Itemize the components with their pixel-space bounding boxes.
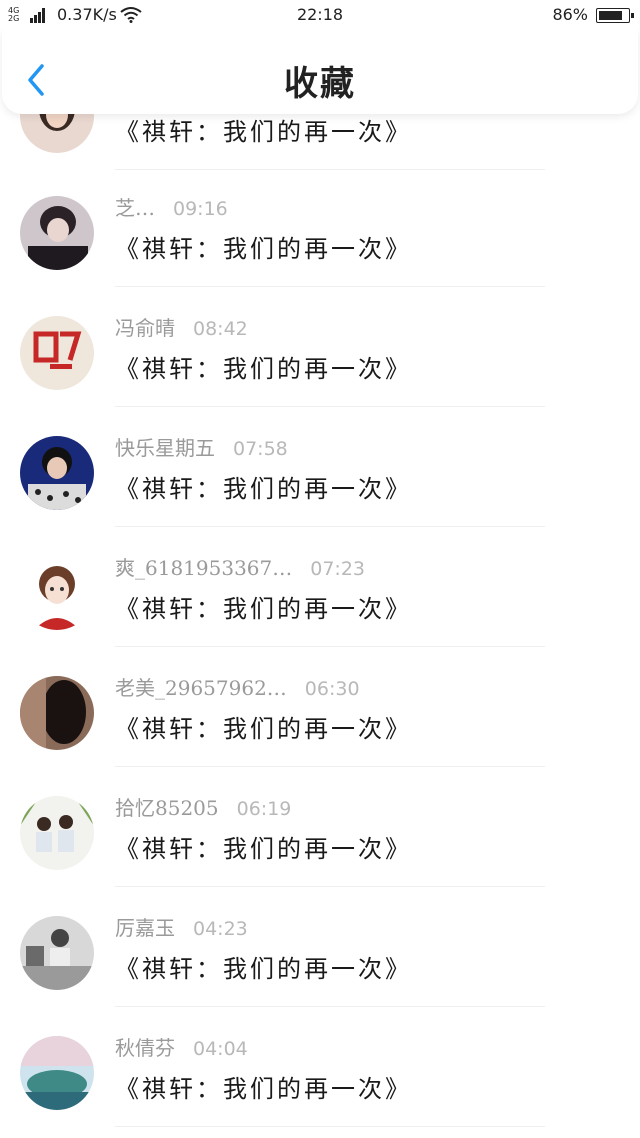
message-text: 《祺轩：我们的再一次》 [115, 1075, 412, 1103]
username: 厉嘉玉 [115, 916, 175, 940]
divider [115, 1126, 545, 1127]
message-text: 《祺轩：我们的再一次》 [115, 235, 412, 263]
list-item[interactable]: 快乐星期五 07:58 《祺轩：我们的再一次》 [0, 407, 640, 527]
list-item[interactable]: 芝… 09:16 《祺轩：我们的再一次》 [0, 167, 640, 287]
favorites-list[interactable]: 《祺轩：我们的再一次》 芝… 09:16 《祺轩：我们的再一次》 冯俞晴 08:42… [0, 0, 640, 1138]
list-item[interactable]: 爽_6181953367… 07:23 《祺轩：我们的再一次》 [0, 527, 640, 647]
timestamp: 04:04 [193, 1038, 248, 1060]
avatar[interactable] [20, 796, 94, 870]
message-text: 《祺轩：我们的再一次》 [115, 595, 412, 623]
timestamp: 09:16 [173, 198, 228, 220]
message-text: 《祺轩：我们的再一次》 [115, 715, 412, 743]
avatar[interactable] [20, 916, 94, 990]
message-text: 《祺轩：我们的再一次》 [115, 355, 412, 383]
username: 拾忆85205 [115, 796, 219, 820]
name-line: 拾忆85205 06:19 [115, 792, 292, 820]
avatar[interactable] [20, 316, 94, 390]
list-item[interactable]: 厉嘉玉 04:23 《祺轩：我们的再一次》 [0, 887, 640, 1007]
list-item[interactable]: 秋倩芬 04:04 《祺轩：我们的再一次》 [0, 1007, 640, 1127]
username: 快乐星期五 [115, 436, 215, 460]
username: 冯俞晴 [115, 316, 175, 340]
list-item[interactable]: 拾忆85205 06:19 《祺轩：我们的再一次》 [0, 767, 640, 887]
message-text: 《祺轩：我们的再一次》 [115, 835, 412, 863]
username: 秋倩芬 [115, 1036, 175, 1060]
avatar[interactable] [20, 676, 94, 750]
message-text: 《祺轩：我们的再一次》 [115, 475, 412, 503]
message-text: 《祺轩：我们的再一次》 [115, 118, 412, 146]
name-line: 厉嘉玉 04:23 [115, 912, 248, 940]
name-line: 老美_29657962… 06:30 [115, 672, 360, 700]
timestamp: 07:23 [310, 558, 366, 580]
timestamp: 06:30 [304, 678, 360, 700]
name-line: 秋倩芬 04:04 [115, 1032, 248, 1060]
message-text: 《祺轩：我们的再一次》 [115, 955, 412, 983]
nav-header: 收藏 [2, 30, 638, 114]
status-bar: 4G 2G 0.37K/s 22:18 86% [0, 0, 640, 30]
battery-percent: 86% [552, 5, 588, 24]
avatar[interactable] [20, 556, 94, 630]
clock: 22:18 [296, 5, 344, 24]
timestamp: 08:42 [193, 318, 248, 340]
timestamp: 06:19 [236, 798, 292, 820]
timestamp: 04:23 [193, 918, 248, 940]
timestamp: 07:58 [233, 438, 288, 460]
page-title: 收藏 [284, 64, 356, 104]
name-line: 爽_6181953367… 07:23 [115, 552, 366, 580]
name-line: 芝… 09:16 [115, 192, 228, 220]
avatar[interactable] [20, 196, 94, 270]
list-item[interactable]: 老美_29657962… 06:30 《祺轩：我们的再一次》 [0, 647, 640, 767]
username: 爽_6181953367… [115, 556, 293, 580]
avatar[interactable] [20, 436, 94, 510]
username: 老美_29657962… [115, 676, 287, 700]
name-line: 冯俞晴 08:42 [115, 312, 248, 340]
avatar[interactable] [20, 1036, 94, 1110]
battery-icon [596, 8, 634, 23]
username: 芝… [115, 196, 155, 220]
list-item[interactable]: 冯俞晴 08:42 《祺轩：我们的再一次》 [0, 287, 640, 407]
name-line: 快乐星期五 07:58 [115, 432, 288, 460]
